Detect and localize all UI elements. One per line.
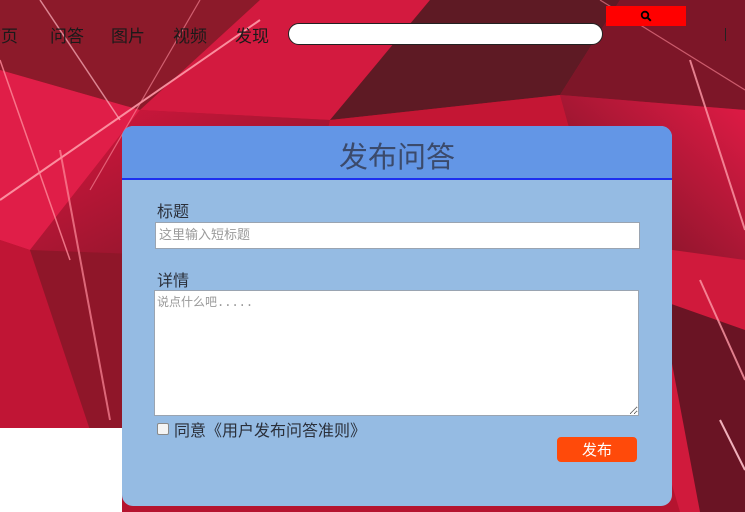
page-title: 发布问答 xyxy=(338,140,455,174)
detail-textarea[interactable] xyxy=(154,290,639,416)
publish-qa-card: 发布问答 标题 详情 同意《用户发布问答准则》 发布 xyxy=(122,126,672,506)
nav-item-home[interactable]: 首页 xyxy=(0,22,18,47)
search-icon xyxy=(640,10,652,22)
nav-item-videos[interactable]: 视频 xyxy=(173,22,207,47)
nav-item-qa[interactable]: 问答 xyxy=(50,22,84,47)
nav-item-discover[interactable]: 发现 xyxy=(235,22,269,47)
search-input[interactable] xyxy=(288,23,603,45)
nav-divider xyxy=(725,28,726,41)
agree-checkbox[interactable] xyxy=(157,423,169,435)
title-input[interactable] xyxy=(155,222,640,249)
nav-item-images[interactable]: 图片 xyxy=(111,22,145,47)
top-nav: 首页 问答 图片 视频 发现 xyxy=(0,0,745,70)
agree-label[interactable]: 同意《用户发布问答准则》 xyxy=(174,417,366,441)
detail-label: 详情 xyxy=(157,271,190,290)
card-header: 发布问答 xyxy=(122,126,672,180)
title-label: 标题 xyxy=(157,202,190,221)
search-button[interactable] xyxy=(606,6,686,26)
publish-button[interactable]: 发布 xyxy=(557,437,637,462)
